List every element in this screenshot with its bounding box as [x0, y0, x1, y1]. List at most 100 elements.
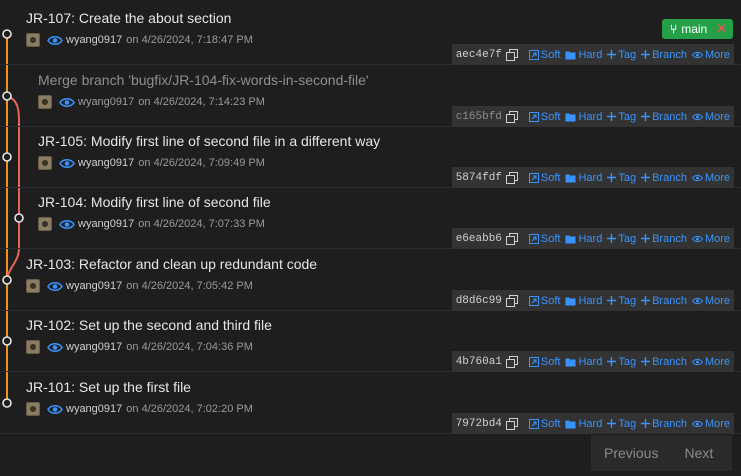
add-branch-button[interactable]: Branch — [641, 295, 687, 307]
more-button[interactable]: More — [691, 418, 730, 430]
soft-reset-button[interactable]: Soft — [528, 418, 560, 430]
pagination: Previous Next — [591, 435, 732, 471]
hard-reset-button[interactable]: Hard — [565, 111, 602, 123]
plus-icon — [607, 112, 617, 121]
hard-reset-button[interactable]: Hard — [565, 356, 602, 368]
commit-row[interactable]: JR-101: Set up the first file wyang0917 … — [0, 373, 741, 434]
commit-row[interactable]: JR-103: Refactor and clean up redundant … — [0, 250, 741, 311]
more-button[interactable]: More — [691, 172, 730, 184]
commit-author: wyang0917 — [66, 341, 123, 353]
commit-title: JR-103: Refactor and clean up redundant … — [26, 256, 318, 272]
commit-date: on 4/26/2024, 7:14:23 PM — [138, 96, 265, 108]
hard-reset-button[interactable]: Hard — [565, 295, 602, 307]
close-icon[interactable]: ✕ — [716, 21, 727, 37]
add-tag-button[interactable]: Tag — [607, 233, 636, 245]
eye-icon[interactable] — [59, 97, 75, 108]
commit-meta: wyang0917 on 4/26/2024, 7:07:33 PM — [38, 217, 265, 231]
plus-icon — [641, 419, 651, 428]
more-button[interactable]: More — [691, 111, 730, 123]
hard-reset-icon — [565, 297, 576, 305]
soft-reset-icon — [528, 356, 539, 367]
add-branch-button[interactable]: Branch — [641, 418, 687, 430]
more-icon — [691, 51, 703, 58]
commit-title: JR-101: Set up the first file — [26, 379, 191, 395]
add-tag-button[interactable]: Tag — [607, 172, 636, 184]
next-page-button[interactable]: Next — [684, 445, 713, 461]
commit-author: wyang0917 — [66, 34, 123, 46]
commit-date: on 4/26/2024, 7:02:20 PM — [126, 403, 253, 415]
avatar — [26, 33, 40, 47]
eye-icon[interactable] — [47, 35, 63, 46]
copy-icon[interactable] — [505, 48, 518, 61]
soft-reset-button[interactable]: Soft — [528, 233, 560, 245]
plus-icon — [641, 234, 651, 243]
avatar — [38, 217, 52, 231]
commit-row[interactable]: JR-105: Modify first line of second file… — [0, 127, 741, 188]
hard-reset-icon — [565, 174, 576, 182]
commit-row[interactable]: JR-102: Set up the second and third file… — [0, 311, 741, 372]
commit-actions: 4b760a1 Soft Hard Tag Branch More — [451, 351, 734, 372]
add-tag-button[interactable]: Tag — [607, 49, 636, 61]
add-tag-button[interactable]: Tag — [607, 418, 636, 430]
plus-icon — [607, 50, 617, 59]
commit-meta: wyang0917 on 4/26/2024, 7:18:47 PM — [26, 33, 253, 47]
add-branch-button[interactable]: Branch — [641, 356, 687, 368]
hard-reset-button[interactable]: Hard — [565, 49, 602, 61]
plus-icon — [641, 50, 651, 59]
copy-icon[interactable] — [505, 417, 518, 430]
commit-actions: aec4e7f Soft Hard Tag Branch More — [451, 44, 734, 65]
eye-icon[interactable] — [47, 342, 63, 353]
copy-icon[interactable] — [505, 171, 518, 184]
add-branch-button[interactable]: Branch — [641, 49, 687, 61]
soft-reset-button[interactable]: Soft — [528, 111, 560, 123]
commit-actions: c165bfd Soft Hard Tag Branch More — [451, 106, 734, 127]
hard-reset-button[interactable]: Hard — [565, 418, 602, 430]
commit-row[interactable]: JR-107: Create the about section wyang09… — [0, 4, 741, 65]
commit-author: wyang0917 — [66, 280, 123, 292]
soft-reset-button[interactable]: Soft — [528, 49, 560, 61]
add-tag-button[interactable]: Tag — [607, 295, 636, 307]
more-icon — [691, 235, 703, 242]
avatar — [26, 340, 40, 354]
commit-meta: wyang0917 on 4/26/2024, 7:14:23 PM — [38, 95, 265, 109]
soft-reset-button[interactable]: Soft — [528, 172, 560, 184]
plus-icon — [607, 419, 617, 428]
copy-icon[interactable] — [505, 232, 518, 245]
add-branch-button[interactable]: Branch — [641, 111, 687, 123]
eye-icon[interactable] — [47, 281, 63, 292]
commit-sha: 5874fdf — [455, 171, 502, 184]
eye-icon[interactable] — [47, 404, 63, 415]
commit-row[interactable]: JR-104: Modify first line of second file… — [0, 188, 741, 249]
add-tag-button[interactable]: Tag — [607, 356, 636, 368]
soft-reset-button[interactable]: Soft — [528, 356, 560, 368]
more-button[interactable]: More — [691, 356, 730, 368]
plus-icon — [607, 357, 617, 366]
more-button[interactable]: More — [691, 233, 730, 245]
more-button[interactable]: More — [691, 295, 730, 307]
eye-icon[interactable] — [59, 219, 75, 230]
soft-reset-icon — [528, 418, 539, 429]
hard-reset-button[interactable]: Hard — [565, 172, 602, 184]
commit-title: JR-107: Create the about section — [26, 10, 232, 26]
previous-page-button[interactable]: Previous — [604, 445, 658, 461]
eye-icon[interactable] — [59, 158, 75, 169]
soft-reset-icon — [528, 233, 539, 244]
soft-reset-icon — [528, 49, 539, 60]
branch-badge-main[interactable]: ⑂ main ✕ — [662, 19, 733, 39]
hard-reset-icon — [565, 113, 576, 121]
more-icon — [691, 297, 703, 304]
add-tag-button[interactable]: Tag — [607, 111, 636, 123]
copy-icon[interactable] — [505, 110, 518, 123]
plus-icon — [641, 173, 651, 182]
avatar — [26, 402, 40, 416]
commit-row[interactable]: Merge branch 'bugfix/JR-104-fix-words-in… — [0, 66, 741, 127]
add-branch-button[interactable]: Branch — [641, 233, 687, 245]
add-branch-button[interactable]: Branch — [641, 172, 687, 184]
more-button[interactable]: More — [691, 49, 730, 61]
copy-icon[interactable] — [505, 294, 518, 307]
copy-icon[interactable] — [505, 355, 518, 368]
soft-reset-button[interactable]: Soft — [528, 295, 560, 307]
plus-icon — [607, 234, 617, 243]
hard-reset-button[interactable]: Hard — [565, 233, 602, 245]
hard-reset-icon — [565, 358, 576, 366]
